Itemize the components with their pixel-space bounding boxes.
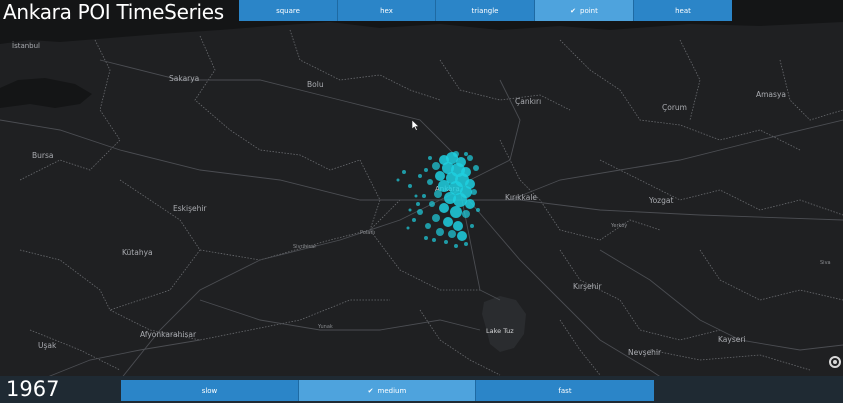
poi-point	[408, 184, 412, 188]
poi-point	[450, 206, 462, 218]
place-label-nevsehir: Nevşehir	[628, 348, 662, 357]
poi-point	[428, 156, 432, 160]
tab-fast-label: fast	[558, 386, 572, 395]
poi-point	[424, 236, 428, 240]
tab-point[interactable]: ✔ point	[535, 0, 634, 21]
tab-slow-label: slow	[201, 386, 218, 395]
locate-control-icon[interactable]	[829, 356, 841, 368]
poi-point	[432, 162, 440, 170]
poi-point	[435, 171, 445, 181]
poi-point	[432, 214, 440, 222]
check-icon: ✔	[367, 386, 374, 395]
poi-point	[425, 223, 431, 229]
mouse-cursor-icon	[411, 118, 420, 136]
poi-point	[465, 199, 475, 209]
app-title: Ankara POI TimeSeries	[3, 0, 224, 24]
place-label-amasya: Amasya	[756, 90, 786, 99]
place-label-kayseri: Kayseri	[718, 335, 746, 344]
tab-point-label: point	[580, 6, 598, 15]
place-label-kutahya: Kütahya	[122, 248, 153, 257]
place-label-corum: Çorum	[662, 103, 687, 112]
poi-point	[424, 168, 428, 172]
tab-medium-label: medium	[377, 386, 407, 395]
poi-point	[438, 180, 450, 192]
poi-point	[470, 224, 474, 228]
year-display: 1967	[6, 377, 60, 401]
poi-point	[416, 202, 420, 206]
map-canvas[interactable]: İstanbul Sakarya Bolu Çankırı Çorum Amas…	[0, 0, 843, 403]
place-label-sivas: Siva	[820, 260, 831, 266]
poi-point	[434, 190, 442, 198]
place-label-kirikkale: Kırıkkale	[505, 193, 537, 202]
poi-point	[396, 178, 400, 182]
tab-fast[interactable]: fast	[476, 380, 654, 401]
poi-point	[453, 193, 467, 207]
poi-point	[427, 179, 433, 185]
poi-point	[412, 218, 416, 222]
place-label-istanbul: İstanbul	[12, 41, 40, 50]
poi-point	[464, 152, 468, 156]
poi-point	[443, 217, 453, 227]
place-label-lake-tuz: Lake Tuz	[486, 327, 514, 335]
place-label-bolu: Bolu	[307, 80, 324, 89]
place-label-yozgat: Yozgat	[648, 196, 673, 205]
tab-heat[interactable]: heat	[634, 0, 732, 21]
tab-square[interactable]: square	[239, 0, 338, 21]
check-icon: ✔	[570, 6, 576, 15]
poi-point	[417, 209, 423, 215]
tab-hex-label: hex	[380, 6, 393, 15]
poi-point	[432, 238, 436, 242]
tab-heat-label: heat	[675, 6, 691, 15]
poi-point	[429, 201, 435, 207]
place-label-kirsehir: Kırşehir	[573, 282, 602, 291]
place-label-sivrihisar: Sivrihisar	[293, 244, 317, 250]
poi-point	[436, 228, 444, 236]
poi-point	[471, 189, 477, 195]
tab-triangle-label: triangle	[471, 6, 499, 15]
tab-slow[interactable]: slow	[121, 380, 299, 401]
place-label-eskisehir: Eskişehir	[173, 204, 207, 213]
poi-point	[439, 203, 449, 213]
poi-point	[422, 194, 426, 198]
poi-point	[414, 194, 418, 198]
poi-point	[453, 151, 459, 157]
poi-point	[418, 174, 422, 178]
tab-square-label: square	[276, 6, 300, 15]
poi-point	[473, 165, 479, 171]
place-label-sakarya: Sakarya	[169, 74, 199, 83]
poi-point	[457, 231, 467, 241]
shape-tabs: square hex triangle ✔ point heat	[239, 0, 732, 21]
poi-point	[402, 170, 406, 174]
tab-medium[interactable]: ✔ medium	[299, 380, 476, 401]
place-label-afyonkarahisar: Afyonkarahisar	[140, 330, 197, 339]
poi-point	[444, 240, 448, 244]
poi-point	[408, 208, 412, 212]
poi-point	[464, 242, 468, 246]
place-label-bursa: Bursa	[32, 151, 54, 160]
tab-hex[interactable]: hex	[338, 0, 436, 21]
tab-triangle[interactable]: triangle	[436, 0, 535, 21]
place-label-yunak: Yunak	[317, 324, 333, 330]
poi-point	[462, 210, 470, 218]
speed-tabs: slow ✔ medium fast	[121, 380, 654, 401]
poi-point	[448, 230, 456, 238]
poi-point	[406, 226, 410, 230]
poi-point	[454, 244, 458, 248]
place-label-yerkoy: Yerköy	[610, 223, 627, 229]
place-label-cankiri: Çankırı	[515, 97, 541, 106]
place-label-usak: Uşak	[38, 341, 57, 350]
place-label-polatli: Polatlı	[360, 230, 375, 236]
poi-point	[476, 208, 480, 212]
poi-point	[467, 155, 473, 161]
poi-point	[453, 221, 463, 231]
